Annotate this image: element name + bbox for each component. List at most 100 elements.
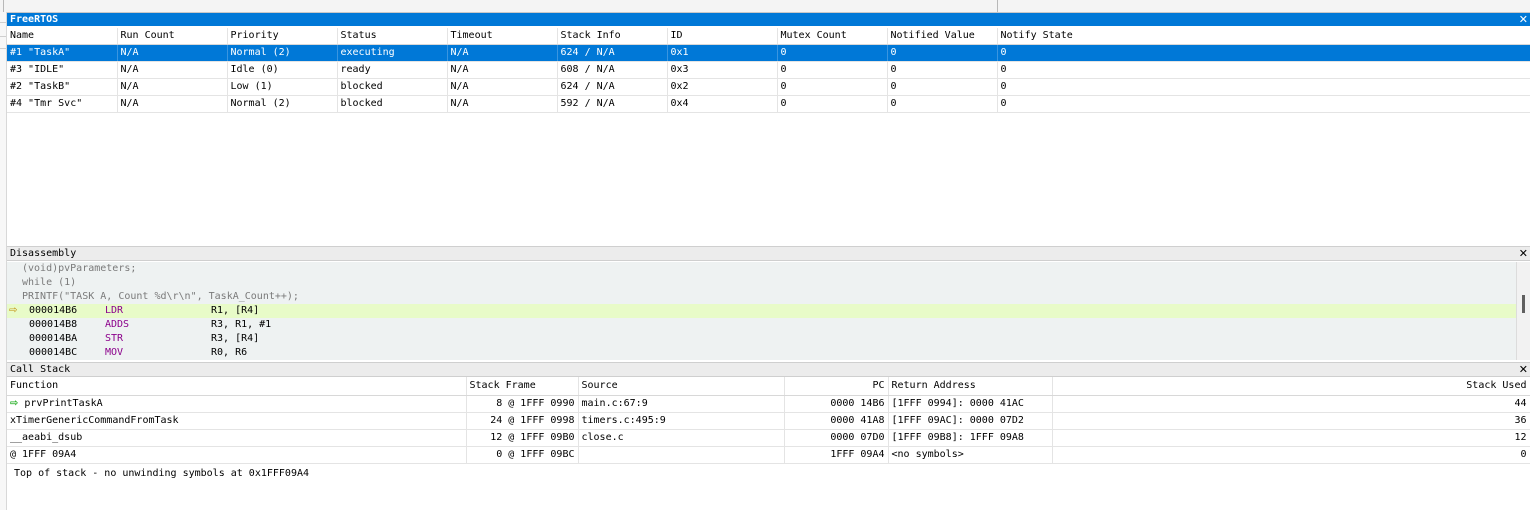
column-header[interactable]: Function [7,377,467,396]
table-cell: 0 [887,61,998,79]
column-header[interactable]: Notified Value [887,28,998,45]
callstack-row-current[interactable]: ⇨ prvPrintTaskA 8 @ 1FFF 0990 main.c:67:9… [7,395,1530,413]
close-icon[interactable]: ✕ [1519,363,1528,376]
column-header[interactable]: Priority [227,28,338,45]
table-header-row: Name Run Count Priority Status Timeout S… [7,28,1530,45]
table-cell: [1FFF 09AC]: 0000 07D2 [888,412,1053,430]
disassembly-panel-header: Disassembly ✕ [7,246,1530,261]
instruction-opcode: LDR [105,305,124,316]
source-text: PRINTF("TASK A, Count %d\r\n", TaskA_Cou… [22,291,299,302]
source-text: while (1) [22,277,77,288]
table-cell[interactable]: timers.c:495:9 [578,412,785,430]
instruction-line[interactable]: 000014BC MOV R0, R6 [7,346,1516,360]
table-cell: 0 [997,95,1530,113]
table-cell: 0 [777,44,888,62]
table-cell: 0 [887,95,998,113]
table-cell: ⇨ prvPrintTaskA [7,395,467,413]
table-cell: N/A [447,61,558,79]
column-header[interactable]: Stack Used [1052,377,1530,396]
callstack-panel-title: Call Stack [10,364,71,375]
table-cell: 0x3 [667,61,778,79]
table-cell: 608 / N/A [557,61,668,79]
callstack-table: Function Stack Frame Source PC Return Ad… [7,377,1530,464]
table-cell: 12 [1052,429,1530,447]
column-header[interactable]: Timeout [447,28,558,45]
table-cell: blocked [337,95,448,113]
column-header[interactable]: PC [784,377,889,396]
column-header[interactable]: Stack Frame [466,377,579,396]
table-cell: #1 "TaskA" [7,44,118,62]
table-cell: 0x4 [667,95,778,113]
close-icon[interactable]: ✕ [1519,13,1528,26]
table-cell: 0 @ 1FFF 09BC [466,446,579,464]
table-cell: 0000 07D0 [784,429,889,447]
table-cell: 0 [887,78,998,96]
column-header[interactable]: Stack Info [557,28,668,45]
table-cell: #2 "TaskB" [7,78,118,96]
close-icon[interactable]: ✕ [1519,247,1528,260]
table-cell: Low (1) [227,78,338,96]
column-header[interactable]: Notify State [997,28,1530,45]
disassembly-panel-title: Disassembly [10,248,77,259]
table-cell [578,446,785,464]
disassembly-scrollbar[interactable] [1516,262,1530,360]
source-text: (void)pvParameters; [22,263,137,274]
column-header[interactable]: Status [337,28,448,45]
function-name: prvPrintTaskA [24,398,103,409]
table-cell: 1FFF 09A4 [784,446,889,464]
table-cell: 624 / N/A [557,78,668,96]
source-line[interactable]: PRINTF("TASK A, Count %d\r\n", TaskA_Cou… [7,290,1516,304]
instruction-line[interactable]: 000014BA STR R3, [R4] [7,332,1516,346]
top-toolbar-strip [0,0,1530,13]
table-cell: __aeabi_dsub [7,429,467,447]
task-row[interactable]: #3 "IDLE" N/A Idle (0) ready N/A 608 / N… [7,61,1530,79]
callstack-row[interactable]: xTimerGenericCommandFromTask 24 @ 1FFF 0… [7,412,1530,430]
source-line[interactable]: (void)pvParameters; [7,262,1516,276]
table-cell: N/A [117,44,228,62]
table-cell: 0x1 [667,44,778,62]
disassembly-view[interactable]: (void)pvParameters; while (1) PRINTF("TA… [7,262,1516,360]
table-cell: [1FFF 09B8]: 1FFF 09A8 [888,429,1053,447]
column-header[interactable]: Return Address [888,377,1053,396]
table-cell: Normal (2) [227,95,338,113]
column-header[interactable]: Source [578,377,785,396]
callstack-row[interactable]: @ 1FFF 09A4 0 @ 1FFF 09BC 1FFF 09A4 <no … [7,446,1530,464]
table-cell: N/A [117,95,228,113]
column-header[interactable]: Name [7,28,118,45]
table-cell: 44 [1052,395,1530,413]
table-cell: blocked [337,78,448,96]
callstack-row[interactable]: __aeabi_dsub 12 @ 1FFF 09B0 close.c 0000… [7,429,1530,447]
table-cell: #3 "IDLE" [7,61,118,79]
table-cell: xTimerGenericCommandFromTask [7,412,467,430]
table-cell: 0 [777,95,888,113]
table-cell: Normal (2) [227,44,338,62]
table-cell: N/A [117,78,228,96]
instruction-operands: R1, [R4] [211,305,260,316]
freertos-panel-titlebar: FreeRTOS ✕ [7,13,1530,26]
table-header-row: Function Stack Frame Source PC Return Ad… [7,377,1530,396]
table-cell: 0 [997,44,1530,62]
instruction-line[interactable]: 000014B8 ADDS R3, R1, #1 [7,318,1516,332]
table-cell: 0 [1052,446,1530,464]
table-cell: #4 "Tmr Svc" [7,95,118,113]
task-row[interactable]: #4 "Tmr Svc" N/A Normal (2) blocked N/A … [7,95,1530,113]
table-cell[interactable]: close.c [578,429,785,447]
task-row[interactable]: #2 "TaskB" N/A Low (1) blocked N/A 624 /… [7,78,1530,96]
table-cell: 0x2 [667,78,778,96]
instruction-address: 000014B6 [29,305,78,316]
instruction-line-current[interactable]: ⇨ 000014B6 LDR R1, [R4] [7,304,1516,318]
column-header[interactable]: ID [667,28,778,45]
table-cell[interactable]: main.c:67:9 [578,395,785,413]
table-cell: executing [337,44,448,62]
table-cell: 0000 41A8 [784,412,889,430]
gutter-tick [0,22,6,23]
column-header[interactable]: Run Count [117,28,228,45]
column-header[interactable]: Mutex Count [777,28,888,45]
table-cell: 8 @ 1FFF 0990 [466,395,579,413]
table-cell: 0 [777,78,888,96]
task-row-selected[interactable]: #1 "TaskA" N/A Normal (2) executing N/A … [7,44,1530,62]
freertos-panel-title: FreeRTOS [10,14,59,25]
source-line[interactable]: while (1) [7,276,1516,290]
instruction-opcode: STR [105,333,124,344]
scrollbar-thumb[interactable] [1522,295,1525,313]
